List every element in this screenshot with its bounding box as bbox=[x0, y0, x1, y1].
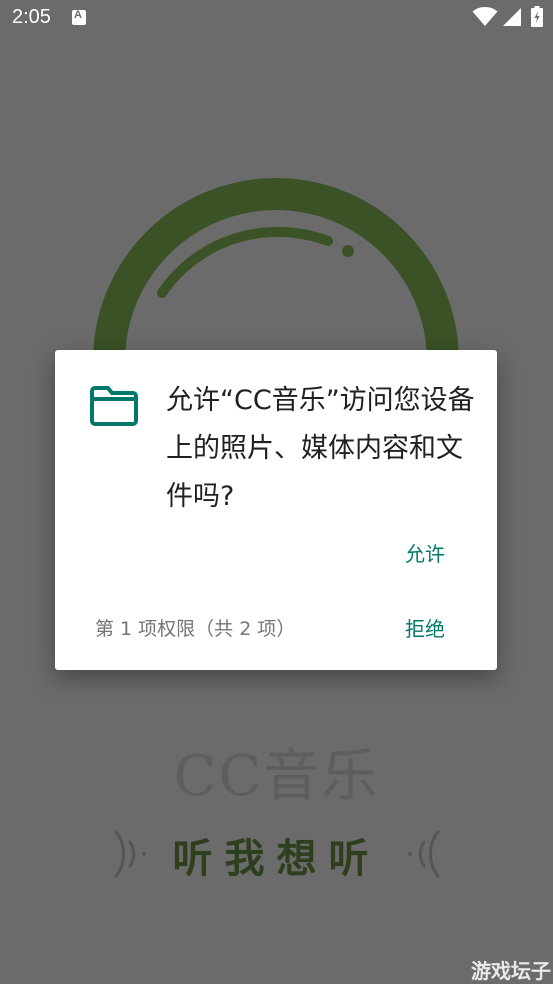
dialog-message: 允许“CC音乐”访问您设备上的照片、媒体内容和文件吗? bbox=[166, 385, 475, 512]
splash-tagline: 听我想听 bbox=[172, 836, 381, 882]
watermark: 游戏坛子 bbox=[471, 959, 551, 983]
sound-wave-right-icon bbox=[408, 830, 440, 878]
permission-dialog: 允许“CC音乐”访问您设备上的照片、媒体内容和文件吗? 允许 第 1 项权限（共… bbox=[55, 350, 497, 670]
allow-button[interactable]: 允许 bbox=[405, 538, 445, 567]
status-time: 2:05 bbox=[12, 6, 51, 28]
deny-button[interactable]: 拒绝 bbox=[405, 613, 445, 642]
status-bar: 2:05 bbox=[0, 0, 553, 38]
signal-icon bbox=[503, 8, 521, 26]
battery-icon bbox=[531, 6, 543, 27]
wifi-icon bbox=[472, 7, 498, 26]
folder-icon bbox=[90, 386, 138, 426]
notification-a-icon bbox=[72, 9, 86, 25]
permission-counter: 第 1 项权限（共 2 项） bbox=[95, 618, 296, 640]
splash-app-name: CC音乐 bbox=[173, 744, 380, 809]
